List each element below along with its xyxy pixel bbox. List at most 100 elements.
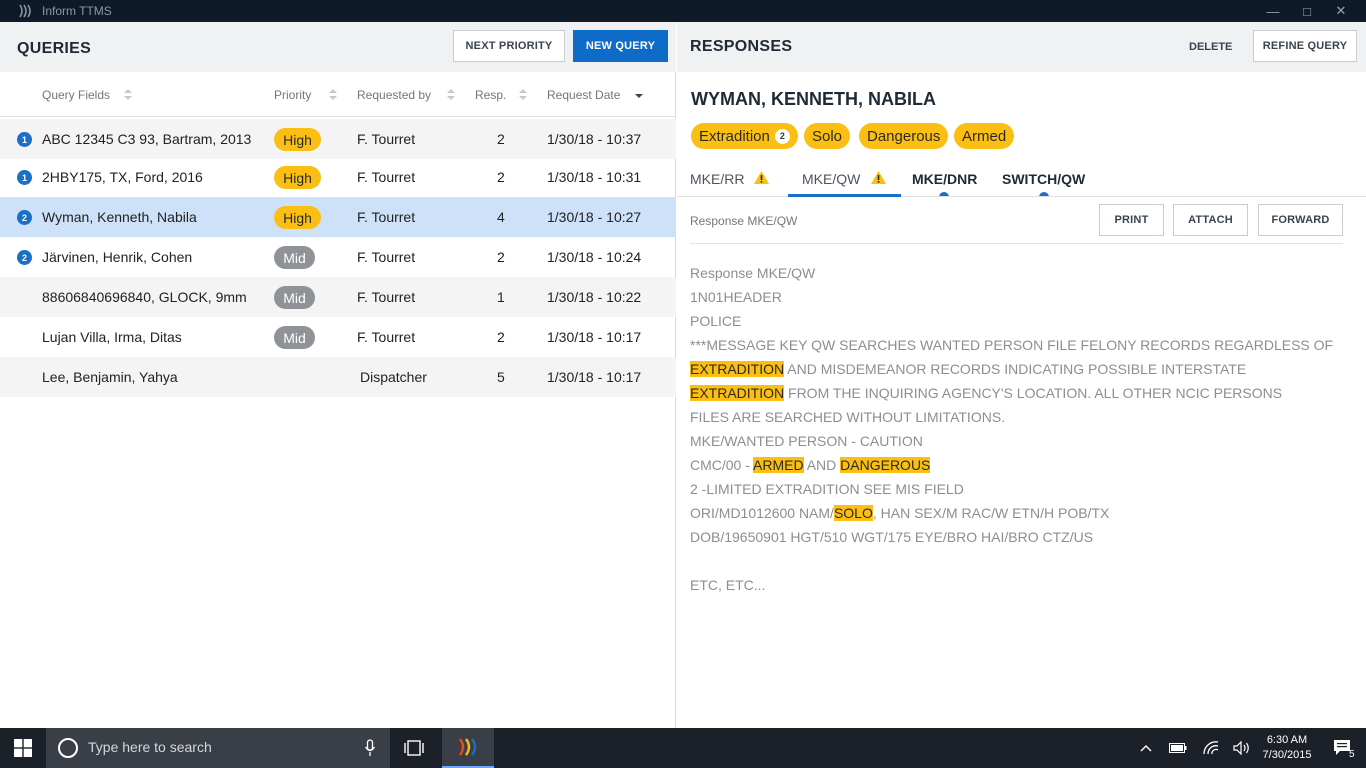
- forward-button[interactable]: FORWARD: [1258, 204, 1343, 236]
- refine-query-button[interactable]: REFINE QUERY: [1253, 30, 1357, 62]
- divider: [690, 243, 1343, 244]
- tag-label: Dangerous: [867, 127, 941, 145]
- requested-by: F. Tourret: [357, 329, 416, 345]
- body-line: DOB/19650901 HGT/510 WGT/175 EYE/BRO HAI…: [690, 529, 1094, 545]
- request-date: 1/30/18 - 10:31: [547, 169, 642, 185]
- response-body: Response MKE/QW 1N01HEADER POLICE ***MES…: [690, 261, 1350, 597]
- maximize-icon[interactable]: □: [1295, 2, 1319, 20]
- request-date: 1/30/18 - 10:27: [547, 209, 642, 225]
- resp-count: 2: [497, 329, 505, 345]
- body-text: CMC/00 -: [690, 457, 754, 473]
- warning-icon: [754, 171, 769, 184]
- body-line: EXTRADITION FROM THE INQUIRING AGENCY'S …: [690, 381, 1350, 405]
- inform-app-taskbar-icon[interactable]: [442, 728, 494, 768]
- volume-icon[interactable]: [1230, 728, 1254, 768]
- tab-mke-dnr[interactable]: MKE/DNR: [912, 171, 977, 187]
- responses-panel: RESPONSES DELETE REFINE QUERY WYMAN, KEN…: [677, 22, 1366, 728]
- requested-by: F. Tourret: [357, 289, 416, 305]
- sort-icon[interactable]: [447, 89, 455, 101]
- microphone-icon[interactable]: [364, 739, 376, 757]
- priority-badge: Mid: [274, 286, 315, 309]
- app-logo-icon: [19, 4, 31, 18]
- body-line: 1N01HEADER: [690, 289, 782, 305]
- tag-count-badge: 2: [774, 128, 790, 144]
- response-subject: WYMAN, KENNETH, NABILA: [691, 89, 936, 109]
- resp-count: 1: [497, 289, 505, 305]
- table-row[interactable]: 2 Järvinen, Henrik, Cohen Mid F. Tourret…: [0, 237, 676, 277]
- tag-extradition[interactable]: Extradition 2: [691, 123, 798, 149]
- request-date: 1/30/18 - 10:37: [547, 131, 642, 147]
- sort-desc-icon[interactable]: [635, 89, 643, 101]
- highlight-extradition: EXTRADITION: [690, 361, 785, 377]
- tag-dangerous[interactable]: Dangerous: [859, 123, 949, 149]
- delete-button[interactable]: DELETE: [1189, 41, 1232, 53]
- next-priority-button[interactable]: NEXT PRIORITY: [453, 30, 565, 62]
- col-requested-by[interactable]: Requested by: [357, 88, 431, 102]
- body-blank-line: [690, 549, 1350, 573]
- body-line: ORI/MD1012600 NAM/SOLO, HAN SEX/M RAC/W …: [690, 501, 1350, 525]
- taskbar-search[interactable]: Type here to search: [46, 728, 390, 768]
- queries-header: QUERIES NEXT PRIORITY NEW QUERY: [0, 22, 676, 72]
- body-text: ORI/MD1012600 NAM/: [690, 505, 834, 521]
- new-query-button[interactable]: NEW QUERY: [573, 30, 668, 62]
- resp-count: 5: [497, 369, 505, 385]
- col-query-fields[interactable]: Query Fields: [42, 88, 110, 102]
- search-placeholder: Type here to search: [88, 739, 212, 755]
- requested-by: Dispatcher: [360, 369, 427, 385]
- minimize-icon[interactable]: —: [1261, 2, 1285, 20]
- taskbar-clock[interactable]: 6:30 AM 7/30/2015: [1262, 733, 1312, 763]
- col-priority[interactable]: Priority: [274, 88, 311, 102]
- wifi-icon[interactable]: [1200, 728, 1222, 768]
- request-date: 1/30/18 - 10:17: [547, 369, 642, 385]
- sort-icon[interactable]: [329, 89, 337, 101]
- task-view-icon[interactable]: [400, 728, 428, 768]
- tab-mke-qw[interactable]: MKE/QW: [802, 171, 860, 187]
- attach-button[interactable]: ATTACH: [1173, 204, 1248, 236]
- requested-by: F. Tourret: [357, 169, 416, 185]
- highlight-extradition: EXTRADITION: [690, 385, 785, 401]
- tab-mke-rr[interactable]: MKE/RR: [690, 171, 744, 187]
- tag-solo[interactable]: Solo: [804, 123, 851, 149]
- resp-count: 2: [497, 131, 505, 147]
- body-text: , HAN SEX/M RAC/W ETN/H POB/TX: [872, 505, 1110, 521]
- close-icon[interactable]: ✕: [1329, 2, 1353, 20]
- start-button[interactable]: [0, 728, 46, 768]
- col-resp[interactable]: Resp.: [475, 88, 506, 102]
- sort-icon[interactable]: [124, 89, 132, 101]
- tag-armed[interactable]: Armed: [954, 123, 1015, 149]
- tag-label: Extradition: [699, 127, 770, 145]
- table-row[interactable]: Lujan Villa, Irma, Ditas Mid F. Tourret …: [0, 317, 676, 357]
- tab-switch-qw[interactable]: SWITCH/QW: [1002, 171, 1085, 187]
- body-line: MKE/WANTED PERSON - CAUTION: [690, 433, 923, 449]
- print-button[interactable]: PRINT: [1099, 204, 1164, 236]
- request-date: 1/30/18 - 10:24: [547, 249, 642, 265]
- body-text: FROM THE INQUIRING AGENCY'S LOCATION. AL…: [784, 385, 1283, 401]
- request-date: 1/30/18 - 10:22: [547, 289, 642, 305]
- table-row-selected[interactable]: 2 Wyman, Kenneth, Nabila High F. Tourret…: [0, 197, 676, 237]
- requested-by: F. Tourret: [357, 131, 416, 147]
- body-text: AND: [803, 457, 841, 473]
- priority-badge: High: [274, 166, 321, 189]
- sort-icon[interactable]: [519, 89, 527, 101]
- body-line: 2 -LIMITED EXTRADITION SEE MIS FIELD: [690, 481, 964, 497]
- table-row[interactable]: 1 2HBY175, TX, Ford, 2016 High F. Tourre…: [0, 157, 676, 197]
- body-line: ETC, ETC...: [690, 577, 766, 593]
- body-line: POLICE: [690, 313, 742, 329]
- active-tab-indicator: [788, 194, 901, 197]
- warning-icon: [871, 171, 886, 184]
- action-center-icon[interactable]: 5: [1328, 728, 1358, 768]
- clock-date: 7/30/2015: [1262, 749, 1312, 761]
- table-row[interactable]: 1 ABC 12345 C3 93, Bartram, 2013 High F.…: [0, 119, 676, 159]
- tag-label: Solo: [812, 127, 843, 145]
- query-fields: Lujan Villa, Irma, Ditas: [42, 329, 182, 345]
- highlight-solo: SOLO: [833, 505, 873, 521]
- table-row[interactable]: Lee, Benjamin, Yahya Dispatcher 5 1/30/1…: [0, 357, 676, 397]
- col-request-date[interactable]: Request Date: [547, 88, 620, 102]
- response-count-badge: 2: [17, 250, 32, 265]
- battery-icon[interactable]: [1166, 728, 1190, 768]
- response-count-badge: 2: [17, 210, 32, 225]
- query-fields: Lee, Benjamin, Yahya: [42, 369, 178, 385]
- notification-count: 5: [1349, 749, 1355, 760]
- show-hidden-icons-chevron-icon[interactable]: [1136, 728, 1156, 768]
- table-row[interactable]: 88606840696840, GLOCK, 9mm Mid F. Tourre…: [0, 277, 676, 317]
